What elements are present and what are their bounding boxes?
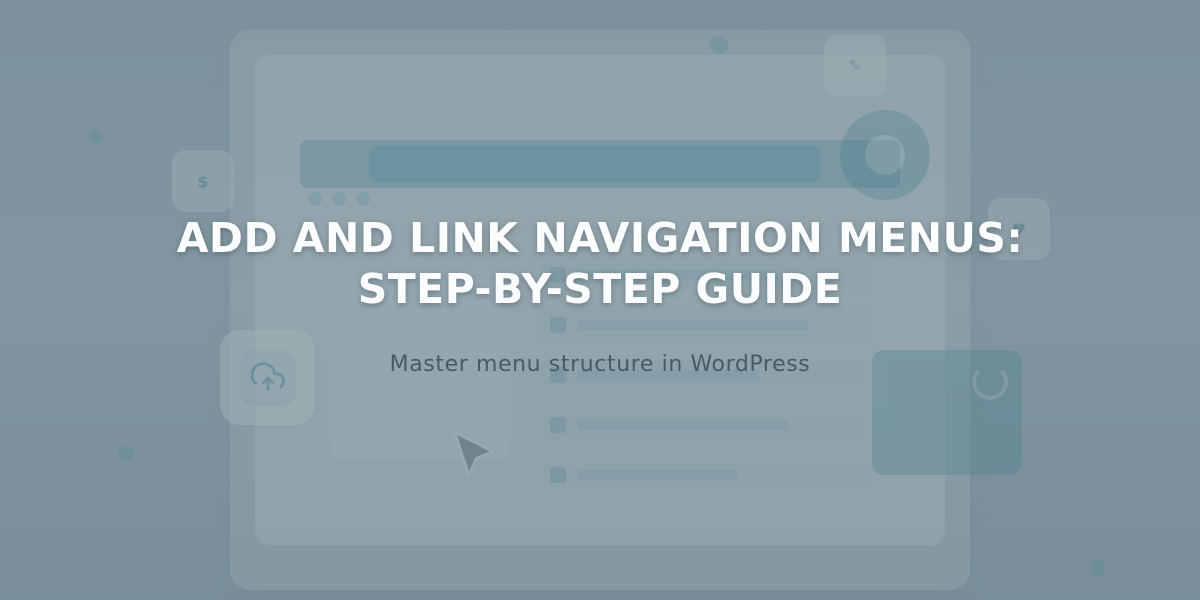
hero-title-line2: STEP-BY-STEP GUIDE (358, 265, 843, 313)
hero-content: ADD AND LINK NAVIGATION MENUS: STEP-BY-S… (0, 0, 1200, 600)
hero-subtitle: Master menu structure in WordPress (390, 352, 811, 377)
hero-title-line1: ADD AND LINK NAVIGATION MENUS: (177, 214, 1024, 262)
hero-title: ADD AND LINK NAVIGATION MENUS: STEP-BY-S… (177, 213, 1024, 313)
